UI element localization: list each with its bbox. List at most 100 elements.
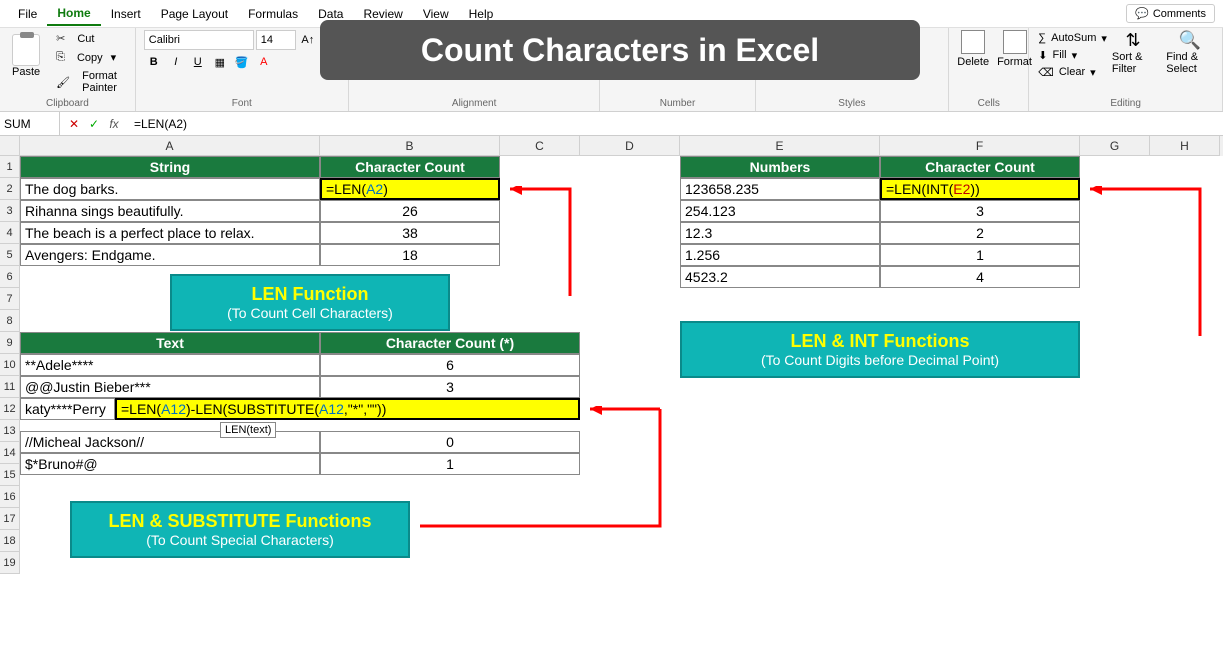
cell-E2[interactable]: 123658.235 [680, 178, 880, 200]
cell-A2[interactable]: The dog barks. [20, 178, 320, 200]
col-header-F[interactable]: F [880, 136, 1080, 156]
fill-color-button[interactable]: 🪣 [232, 52, 252, 72]
row-header-13[interactable]: 13 [0, 420, 20, 442]
copy-button[interactable]: ⎘Copy ▾ [48, 49, 127, 66]
format-painter-label: Format Painter [78, 69, 123, 95]
cell-A10[interactable]: **Adele**** [20, 354, 320, 376]
row-header-12[interactable]: 12 [0, 398, 20, 420]
font-size-select[interactable] [256, 30, 296, 50]
clear-label: Clear [1058, 65, 1086, 79]
row-header-19[interactable]: 19 [0, 552, 20, 574]
callout-len-sub-title: LEN & SUBSTITUTE Functions [88, 511, 392, 532]
cell-A5[interactable]: Avengers: Endgame. [20, 244, 320, 266]
col-header-E[interactable]: E [680, 136, 880, 156]
ribbon-cells-group: Delete Format Cells [949, 28, 1029, 111]
row-header-8[interactable]: 8 [0, 310, 20, 332]
fill-button[interactable]: ⬇ Fill ▾ [1037, 47, 1108, 63]
bold-button[interactable]: B [144, 52, 164, 72]
col-header-G[interactable]: G [1080, 136, 1150, 156]
menu-page-layout[interactable]: Page Layout [151, 3, 238, 25]
cell-A9[interactable]: Text [20, 332, 320, 354]
find-select-button[interactable]: 🔍 Find & Select [1166, 30, 1214, 75]
cell-F6[interactable]: 4 [880, 266, 1080, 288]
row-header-18[interactable]: 18 [0, 530, 20, 552]
underline-button[interactable]: U [188, 52, 208, 72]
callout-len-sub: (To Count Cell Characters) [188, 305, 432, 321]
menu-formulas[interactable]: Formulas [238, 3, 308, 25]
cell-A11[interactable]: @@Justin Bieber*** [20, 376, 320, 398]
cells-group-label: Cells [957, 96, 1020, 109]
col-header-C[interactable]: C [500, 136, 580, 156]
row-header-1[interactable]: 1 [0, 156, 20, 178]
font-color-button[interactable]: A [254, 52, 274, 72]
row-header-10[interactable]: 10 [0, 354, 20, 376]
col-header-B[interactable]: B [320, 136, 500, 156]
sort-filter-button[interactable]: ⇅ Sort & Filter [1112, 30, 1154, 75]
row-header-11[interactable]: 11 [0, 376, 20, 398]
menu-home[interactable]: Home [47, 2, 100, 26]
cell-E6[interactable]: 4523.2 [680, 266, 880, 288]
cell-A15[interactable]: $*Bruno#@ [20, 453, 320, 475]
row-header-6[interactable]: 6 [0, 266, 20, 288]
cell-F4[interactable]: 2 [880, 222, 1080, 244]
italic-button[interactable]: I [166, 52, 186, 72]
cell-B10[interactable]: 6 [320, 354, 580, 376]
col-header-D[interactable]: D [580, 136, 680, 156]
row-header-17[interactable]: 17 [0, 508, 20, 530]
row-header-5[interactable]: 5 [0, 244, 20, 266]
cell-A12[interactable]: katy****Perry [20, 398, 115, 420]
accept-formula-button[interactable]: ✓ [86, 117, 102, 131]
cell-F5[interactable]: 1 [880, 244, 1080, 266]
row-header-4[interactable]: 4 [0, 222, 20, 244]
cell-B9[interactable]: Character Count (*) [320, 332, 580, 354]
delete-label: Delete [957, 56, 989, 68]
callout-len-int-title: LEN & INT Functions [698, 331, 1062, 352]
comments-button[interactable]: 💬 Comments [1126, 4, 1215, 23]
cell-F3[interactable]: 3 [880, 200, 1080, 222]
cell-B11[interactable]: 3 [320, 376, 580, 398]
cell-E5[interactable]: 1.256 [680, 244, 880, 266]
row-header-9[interactable]: 9 [0, 332, 20, 354]
cancel-formula-button[interactable]: ✕ [66, 117, 82, 131]
formula-input[interactable]: =LEN(A2) [128, 117, 1223, 131]
cell-E1[interactable]: Numbers [680, 156, 880, 178]
format-cells-button[interactable]: Format [997, 30, 1032, 68]
row-header-3[interactable]: 3 [0, 200, 20, 222]
fx-button[interactable]: fx [106, 117, 122, 131]
row-header-16[interactable]: 16 [0, 486, 20, 508]
select-all-corner[interactable] [0, 136, 20, 156]
delete-cells-button[interactable]: Delete [957, 30, 989, 68]
menu-insert[interactable]: Insert [101, 3, 151, 25]
cut-button[interactable]: ✂Cut [48, 30, 127, 47]
clear-button[interactable]: ⌫ Clear ▾ [1037, 64, 1108, 80]
cell-E4[interactable]: 12.3 [680, 222, 880, 244]
border-button[interactable]: ▦ [210, 52, 230, 72]
menu-file[interactable]: File [8, 3, 47, 25]
row-header-14[interactable]: 14 [0, 442, 20, 464]
increase-font-button[interactable]: A↑ [298, 30, 318, 50]
col-header-A[interactable]: A [20, 136, 320, 156]
row-header-15[interactable]: 15 [0, 464, 20, 486]
paste-button[interactable]: Paste [8, 30, 44, 82]
styles-group-label: Styles [764, 96, 941, 109]
title-overlay: Count Characters in Excel [320, 20, 920, 80]
sort-filter-label: Sort & Filter [1112, 51, 1154, 75]
cell-A3[interactable]: Rihanna sings beautifully. [20, 200, 320, 222]
autosum-button[interactable]: ∑ AutoSum ▾ [1037, 30, 1108, 46]
format-painter-button[interactable]: 🖌 Format Painter [48, 68, 127, 96]
brush-icon: 🖌 [52, 75, 74, 90]
col-header-H[interactable]: H [1150, 136, 1220, 156]
cell-B1[interactable]: Character Count [320, 156, 500, 178]
cell-A4[interactable]: The beach is a perfect place to relax. [20, 222, 320, 244]
cell-E3[interactable]: 254.123 [680, 200, 880, 222]
font-name-select[interactable] [144, 30, 254, 50]
cell-A1[interactable]: String [20, 156, 320, 178]
cell-F1[interactable]: Character Count [880, 156, 1080, 178]
row-header-7[interactable]: 7 [0, 288, 20, 310]
cell-F2[interactable]: =LEN(INT(E2)) [880, 178, 1080, 200]
cut-label: Cut [73, 32, 98, 46]
format-label: Format [997, 56, 1032, 68]
callout-len-int: LEN & INT Functions (To Count Digits bef… [680, 321, 1080, 378]
name-box[interactable]: SUM [0, 112, 60, 135]
row-header-2[interactable]: 2 [0, 178, 20, 200]
